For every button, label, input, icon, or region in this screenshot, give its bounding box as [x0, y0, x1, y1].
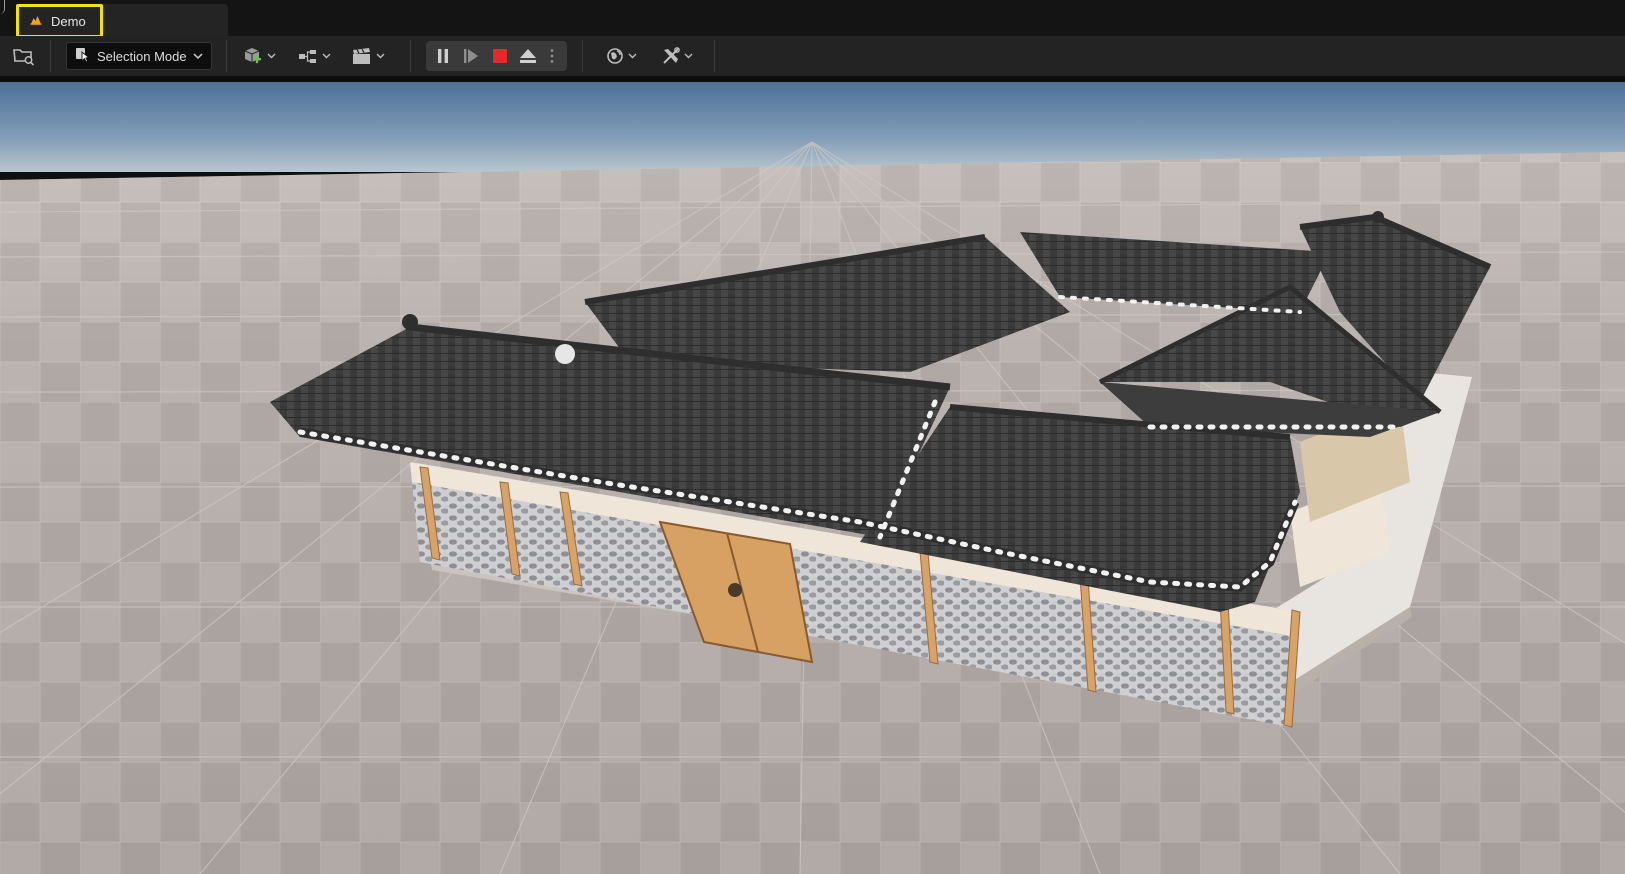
level-viewport[interactable] [0, 82, 1625, 874]
toolbar-separator [50, 40, 51, 72]
advance-frame-icon[interactable] [460, 45, 482, 67]
tab-demo[interactable]: Demo [16, 4, 228, 38]
toolbar-separator [410, 40, 411, 72]
tab-highlight-box: Demo [16, 4, 103, 38]
cinematics-icon[interactable] [350, 44, 390, 68]
unreal-editor-window: Demo Selection Mode [0, 0, 1625, 874]
pause-icon[interactable] [432, 45, 454, 67]
stop-icon[interactable] [489, 45, 511, 67]
eject-icon[interactable] [517, 45, 539, 67]
toolbar-separator [226, 40, 227, 72]
toolbar-separator [714, 40, 715, 72]
toolbar-separator [582, 40, 583, 72]
tab-bar: Demo [0, 0, 1625, 38]
window-edge [0, 0, 5, 14]
add-actor-icon[interactable] [240, 44, 280, 68]
unreal-level-icon [30, 12, 42, 30]
content-browser-icon[interactable] [12, 44, 36, 68]
platforms-icon[interactable] [660, 44, 700, 68]
blueprints-icon[interactable] [296, 44, 336, 68]
tab-label: Demo [51, 13, 86, 29]
selection-mode-dropdown[interactable]: Selection Mode [66, 42, 212, 70]
select-arrow-icon [75, 46, 91, 67]
world-settings-icon[interactable] [604, 44, 644, 68]
chevron-down-icon [193, 47, 203, 65]
selection-mode-label: Selection Mode [97, 48, 187, 64]
more-options-icon[interactable] [545, 45, 559, 67]
